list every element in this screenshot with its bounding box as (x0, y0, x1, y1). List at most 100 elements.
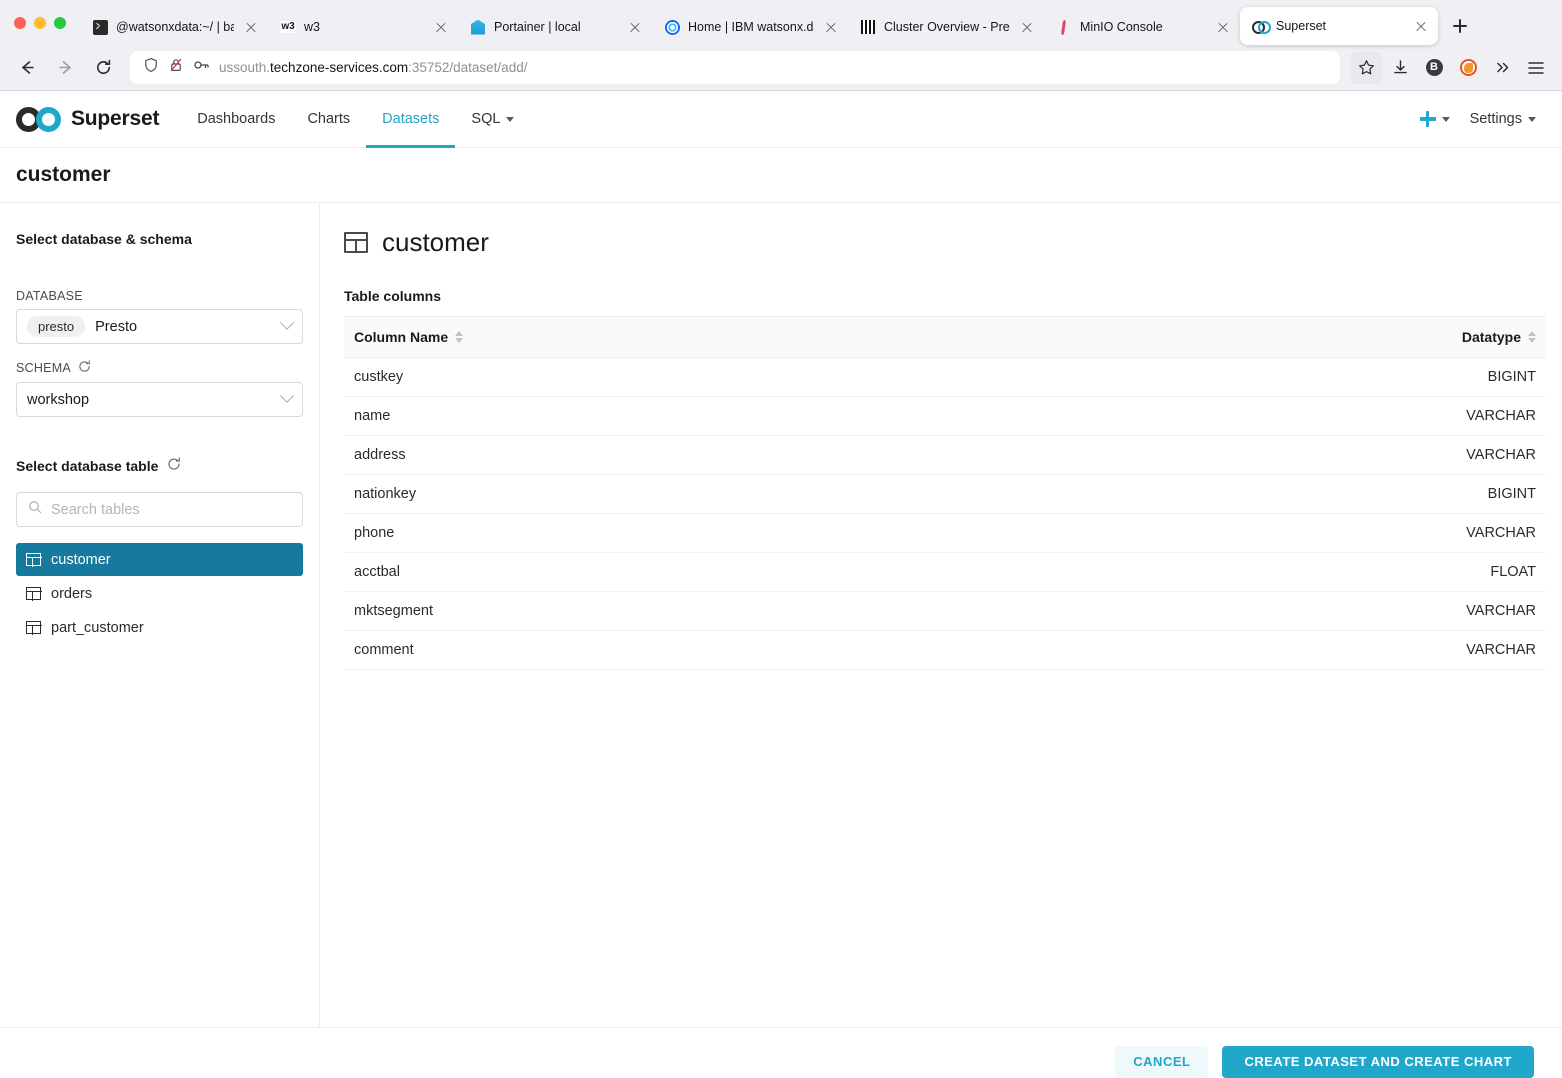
close-icon[interactable] (822, 18, 840, 36)
nav-label: Datasets (382, 111, 440, 127)
database-select[interactable]: presto Presto (16, 309, 303, 344)
url-prefix: ussouth. (219, 60, 271, 75)
reload-button[interactable] (86, 51, 120, 85)
bitwarden-badge-label: B (1425, 59, 1443, 76)
refresh-icon[interactable] (167, 457, 181, 474)
tab-title: MinIO Console (1080, 20, 1163, 34)
nav-item-dashboards[interactable]: Dashboards (181, 91, 291, 148)
section-label: Select database & schema (16, 231, 192, 247)
create-dataset-button[interactable]: CREATE DATASET AND CREATE CHART (1222, 1045, 1534, 1078)
maximize-window-button[interactable] (54, 16, 66, 29)
database-field-label: DATABASE (16, 289, 303, 303)
address-bar[interactable]: ussouth.techzone-services.com:35752/data… (130, 51, 1340, 84)
cell-column-name: acctbal (344, 552, 1210, 592)
cell-datatype: VARCHAR (1209, 591, 1546, 631)
dataset-preview-panel: customer Table columns Column Name Datat… (320, 203, 1562, 1027)
close-icon[interactable] (432, 18, 450, 36)
column-header-datatype[interactable]: Datatype (1209, 316, 1546, 358)
brand-name: Superset (71, 107, 160, 130)
table-columns-caption: Table columns (344, 288, 441, 304)
browser-chrome: @watsonxdata:~/ | bash (w w3 w3 Portaine… (0, 0, 1562, 91)
tab-title: Portainer | local (494, 20, 581, 34)
new-tab-button[interactable] (1444, 10, 1476, 42)
nav-item-datasets[interactable]: Datasets (366, 91, 456, 148)
table-search-box[interactable] (16, 492, 303, 527)
tab-title: Superset (1276, 19, 1327, 33)
presto-icon (860, 19, 876, 35)
browser-tab-presto[interactable]: Cluster Overview - Presto (848, 9, 1044, 45)
close-icon[interactable] (1018, 18, 1036, 36)
close-icon[interactable] (1412, 17, 1430, 35)
download-icon[interactable] (1384, 52, 1416, 84)
columns-table: Column Name Datatype custkey BIGINT name… (344, 316, 1546, 670)
database-backend-pill: presto (27, 316, 86, 337)
table-icon (343, 232, 369, 254)
label-text: SCHEMA (16, 361, 71, 375)
cell-datatype: BIGINT (1209, 474, 1546, 514)
refresh-icon[interactable] (78, 360, 91, 376)
sort-icon[interactable] (455, 331, 464, 343)
table-row: address VARCHAR (344, 435, 1546, 475)
close-icon[interactable] (1214, 18, 1232, 36)
app-menu-icon[interactable] (1520, 52, 1552, 84)
nav-item-sql[interactable]: SQL (455, 91, 530, 148)
bookmark-star-icon[interactable] (1350, 51, 1382, 84)
bitwarden-icon[interactable]: B (1418, 52, 1450, 84)
dialog-footer: CANCEL CREATE DATASET AND CREATE CHART (0, 1027, 1562, 1078)
minio-icon (1056, 19, 1072, 35)
superset-logo[interactable]: Superset (16, 106, 159, 133)
search-input[interactable] (51, 501, 291, 518)
section-title-database: Select database & schema (16, 231, 303, 247)
browser-tab-terminal[interactable]: @watsonxdata:~/ | bash (w (80, 9, 268, 45)
table-row: mktsegment VARCHAR (344, 591, 1546, 631)
browser-toolbar-icons: B (1350, 51, 1552, 84)
table-list-item-part_customer[interactable]: part_customer (16, 611, 303, 644)
close-icon[interactable] (242, 18, 260, 36)
close-icon[interactable] (626, 18, 644, 36)
overflow-chevrons-icon[interactable] (1486, 52, 1518, 84)
dataset-sidebar: Select database & schema DATABASE presto… (0, 203, 320, 1027)
key-icon[interactable] (193, 57, 210, 78)
browser-tab-w3[interactable]: w3 w3 (268, 9, 458, 45)
nav-item-charts[interactable]: Charts (291, 91, 366, 148)
tab-title: @watsonxdata:~/ | bash (w (116, 20, 234, 34)
browser-tab-watsonx[interactable]: Home | IBM watsonx.data (652, 9, 848, 45)
cancel-button[interactable]: CANCEL (1115, 1045, 1209, 1078)
table-icon (25, 553, 42, 567)
browser-navbar: ussouth.techzone-services.com:35752/data… (0, 45, 1562, 91)
table-name: orders (51, 585, 93, 602)
shield-icon[interactable] (143, 57, 159, 78)
portainer-icon (470, 19, 486, 35)
url-text: ussouth.techzone-services.com:35752/data… (219, 60, 527, 75)
extension-icon[interactable] (1452, 52, 1484, 84)
table-name: customer (51, 551, 111, 568)
page-title-bar: customer (0, 148, 1562, 203)
browser-tab-superset[interactable]: Superset (1240, 7, 1438, 45)
back-button[interactable] (10, 51, 44, 85)
close-window-button[interactable] (14, 16, 26, 29)
browser-tab-minio[interactable]: MinIO Console (1044, 9, 1240, 45)
schema-select[interactable]: workshop (16, 382, 303, 417)
table-list-item-orders[interactable]: orders (16, 577, 303, 610)
lock-crossed-icon[interactable] (168, 57, 184, 78)
nav-label: Charts (307, 111, 351, 127)
table-row: name VARCHAR (344, 396, 1546, 436)
forward-button[interactable] (48, 51, 82, 85)
section-label: Select database table (16, 457, 159, 474)
new-item-button[interactable] (1419, 111, 1450, 127)
column-header-column-name[interactable]: Column Name (344, 316, 1210, 358)
plus-icon (1419, 111, 1436, 127)
settings-menu[interactable]: Settings (1470, 111, 1536, 127)
schema-value: workshop (27, 391, 90, 408)
label-text: DATABASE (16, 289, 83, 303)
table-row: phone VARCHAR (344, 513, 1546, 553)
table-list-item-customer[interactable]: customer (16, 543, 303, 576)
cell-datatype: VARCHAR (1209, 630, 1546, 670)
sort-icon[interactable] (1528, 331, 1536, 343)
selected-table-header: customer (343, 227, 1546, 258)
cell-datatype: VARCHAR (1209, 396, 1546, 436)
browser-tab-portainer[interactable]: Portainer | local (458, 9, 652, 45)
header-label: Column Name (354, 329, 449, 345)
table-icon (25, 587, 42, 601)
minimize-window-button[interactable] (34, 16, 46, 29)
